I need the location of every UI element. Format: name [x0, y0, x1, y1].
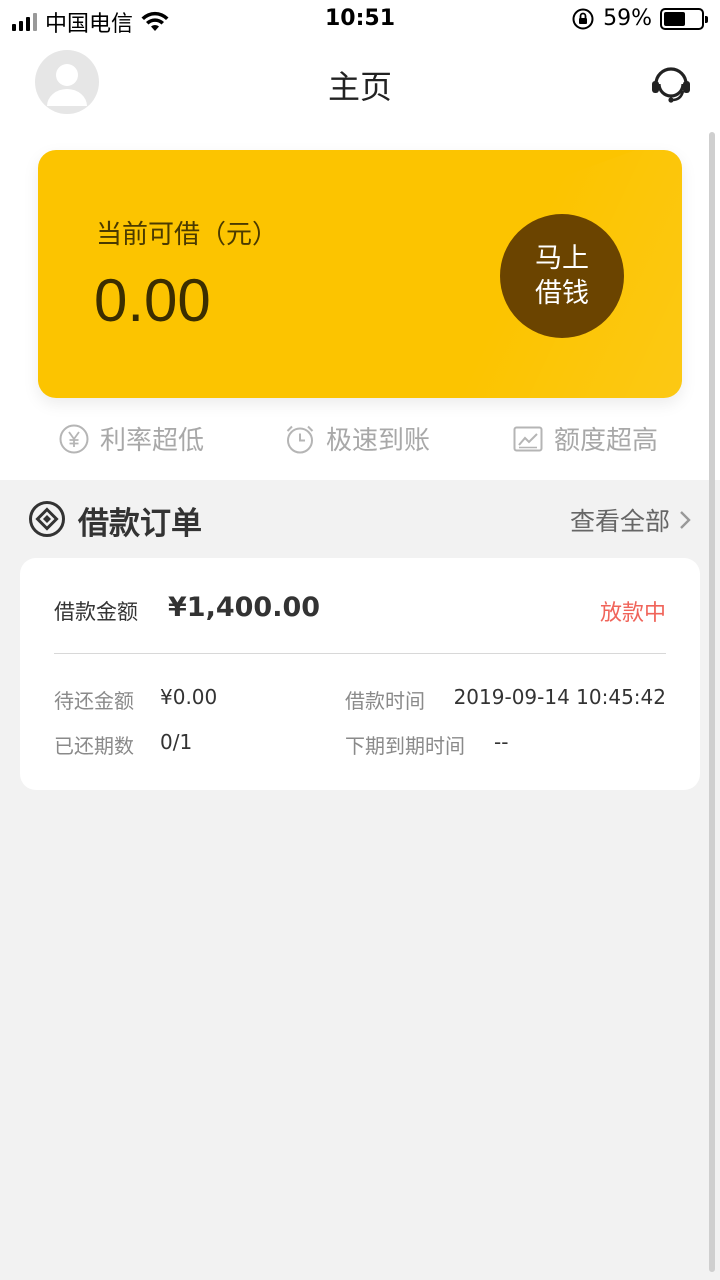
order-card[interactable]: 借款金额 ¥1,400.00 放款中 待还金额 ¥0.00 借款时间 2019-…: [20, 558, 700, 790]
feature-strip: 利率超低 极速到账 额度超高: [0, 420, 720, 470]
battery-fill: [664, 11, 686, 26]
borrow-time-label: 借款时间: [345, 689, 425, 713]
diamond-circle-icon: [29, 501, 65, 537]
next-due-value: --: [494, 730, 509, 754]
feature-low-rate: 利率超低: [58, 420, 204, 457]
credit-card: 当前可借（元） 0.00 马上 借钱: [38, 150, 682, 398]
feature-label: 额度超高: [554, 426, 659, 456]
repaid-periods-label: 已还期数: [54, 734, 134, 758]
borrow-time-value: 2019-09-14 10:45:42: [453, 685, 666, 709]
status-right: 59%: [571, 6, 708, 31]
yen-icon: [59, 424, 89, 453]
chart-icon: [513, 426, 543, 451]
clock-icon: [286, 425, 314, 453]
orders-title: 借款订单: [78, 506, 202, 542]
nav-bar: 主页: [0, 40, 720, 128]
feature-high-limit: 额度超高: [512, 420, 658, 457]
rotation-lock-icon: [572, 8, 594, 29]
page-title: 主页: [327, 68, 392, 106]
repaid-periods-value: 0/1: [160, 730, 193, 754]
battery-percent: 59%: [603, 6, 652, 31]
next-due-label: 下期到期时间: [345, 734, 465, 758]
pending-amount-value: ¥0.00: [160, 685, 218, 709]
loan-amount: ¥1,400.00: [168, 592, 321, 623]
feature-fast-arrival: 极速到账: [284, 420, 430, 457]
borrow-button-line1: 马上: [535, 243, 589, 274]
feature-label: 极速到账: [326, 426, 431, 456]
order-status-badge: 放款中: [599, 601, 666, 626]
battery-icon: [660, 7, 708, 30]
status-bar: 中国电信 10:51 59%: [0, 0, 720, 40]
available-amount: 0.00: [94, 267, 211, 334]
headset-icon[interactable]: [648, 60, 694, 106]
view-all-label: 查看全部: [569, 507, 670, 536]
borrow-now-button[interactable]: 马上 借钱: [500, 214, 624, 338]
borrow-button-line2: 借钱: [535, 278, 589, 309]
available-amount-label: 当前可借（元）: [96, 220, 279, 250]
orders-section-header: 借款订单 查看全部: [0, 482, 720, 554]
chevron-right-icon: [680, 511, 691, 529]
divider: [54, 653, 666, 654]
view-all-link[interactable]: 查看全部: [570, 502, 692, 538]
feature-label: 利率超低: [100, 426, 205, 456]
pending-amount-label: 待还金额: [54, 689, 134, 713]
scrollbar[interactable]: [709, 132, 715, 1272]
loan-amount-label: 借款金额: [54, 600, 138, 624]
